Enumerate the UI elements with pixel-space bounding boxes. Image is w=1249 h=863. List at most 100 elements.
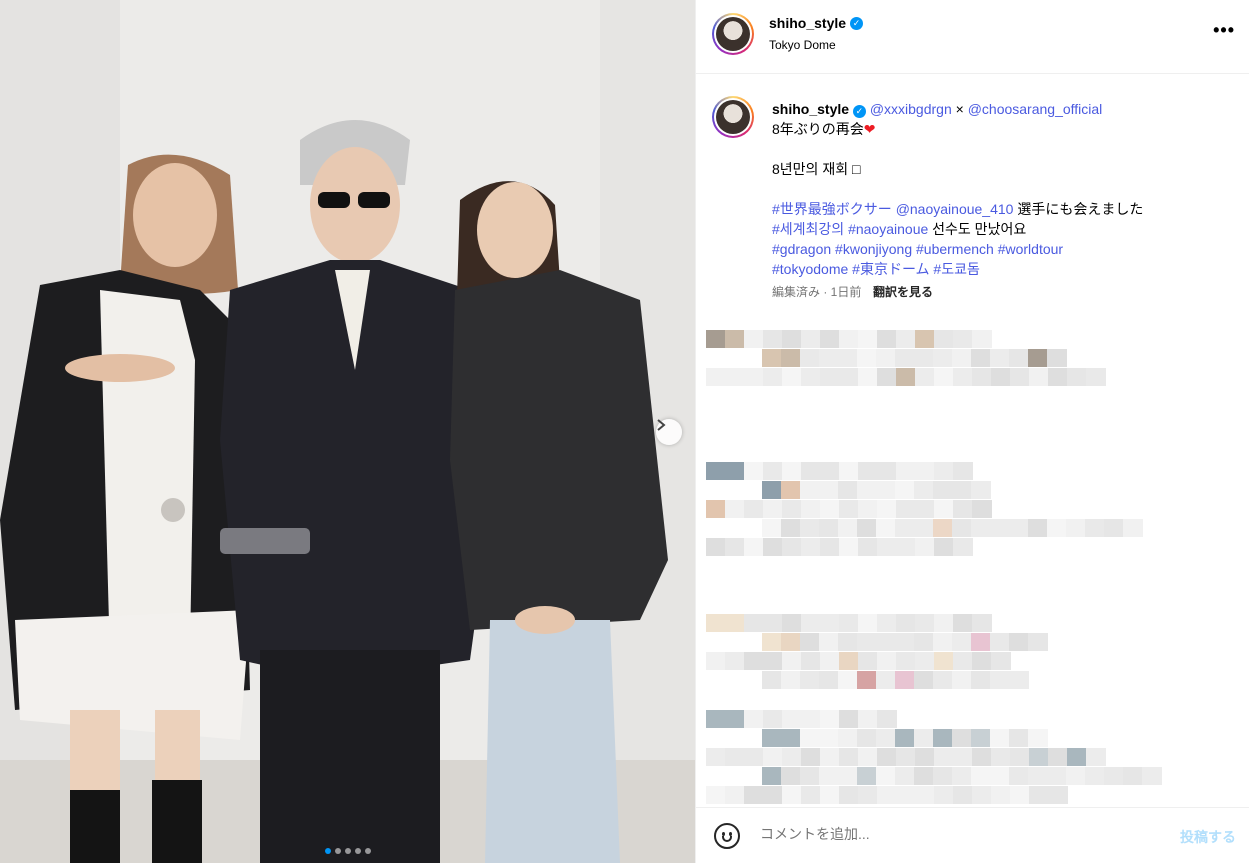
blurred-comment-pixel	[877, 710, 897, 728]
blurred-comment-pixel	[800, 519, 820, 537]
blurred-comment-pixel	[763, 710, 783, 728]
blurred-comment-pixel	[1085, 767, 1105, 785]
comment-input[interactable]	[760, 826, 1140, 842]
blurred-comment-pixel	[876, 633, 896, 651]
carousel-dot	[334, 848, 341, 854]
caption-username[interactable]: shiho_style	[772, 101, 849, 117]
hashtag-link[interactable]: #世界最強ボクサー	[772, 201, 892, 217]
blurred-comment-pixel	[1066, 767, 1086, 785]
blurred-comment-pixel	[953, 614, 973, 632]
blurred-comment-pixel	[762, 767, 782, 785]
header-username[interactable]: shiho_style ✓	[769, 15, 864, 31]
blurred-comment-pixel	[990, 729, 1010, 747]
blurred-comment-pixel	[990, 349, 1010, 367]
more-options-button[interactable]: •••	[1213, 20, 1235, 41]
heart-icon: ❤	[863, 121, 876, 137]
blurred-comment-pixel	[915, 786, 935, 804]
see-translation-button[interactable]: 翻訳を見る	[873, 285, 933, 299]
blurred-comment-pixel	[895, 729, 915, 747]
mention-link[interactable]: @xxxibgdrgn	[870, 101, 952, 117]
mention-link[interactable]: @naoyainoue_410	[896, 201, 1014, 217]
caption: shiho_style ✓ @xxxibgdrgn × @choosarang_…	[696, 74, 1249, 314]
caption-line: 선수도 만났어요	[928, 221, 1027, 237]
blurred-comment-pixel	[800, 633, 820, 651]
blurred-comment-pixel	[915, 538, 935, 556]
blurred-comment-pixel	[782, 710, 802, 728]
post-comment-button[interactable]: 投稿する	[1180, 827, 1236, 847]
blurred-comment-pixel	[801, 786, 821, 804]
blurred-comment-pixel	[914, 349, 934, 367]
username-link[interactable]: shiho_style	[769, 15, 846, 31]
blurred-comment-pixel	[934, 652, 954, 670]
blurred-comment-pixel	[1086, 748, 1106, 766]
hashtag-link[interactable]: #naoyainoue	[848, 221, 928, 237]
mention-link[interactable]: @choosarang_official	[968, 101, 1103, 117]
blurred-comment-pixel	[933, 729, 953, 747]
blurred-comment-pixel	[952, 349, 972, 367]
blurred-comment-pixel	[1104, 519, 1124, 537]
blurred-comment-pixel	[1104, 767, 1124, 785]
hashtag-list[interactable]: #tokyodome #東京ドーム #도쿄돔	[772, 259, 1212, 279]
blurred-comment-pixel	[858, 462, 878, 480]
blurred-comment-pixel	[914, 633, 934, 651]
blurred-comment-pixel	[782, 538, 802, 556]
blurred-comment-pixel	[877, 748, 897, 766]
blurred-comment-pixel	[952, 519, 972, 537]
blurred-comment-pixel	[857, 671, 877, 689]
blurred-comment-pixel	[971, 481, 991, 499]
blurred-comment-pixel	[1047, 519, 1067, 537]
avatar[interactable]	[712, 13, 754, 55]
location-link[interactable]: Tokyo Dome	[769, 38, 836, 52]
blurred-comment-pixel	[781, 767, 801, 785]
blurred-comment-pixel	[801, 710, 821, 728]
emoji-icon[interactable]	[714, 823, 740, 849]
blurred-comment-pixel	[895, 671, 915, 689]
blurred-comment-pixel	[990, 767, 1010, 785]
hashtag-list[interactable]: #gdragon #kwonjiyong #ubermench #worldto…	[772, 239, 1212, 259]
blurred-comment-pixel	[953, 500, 973, 518]
blurred-comment-pixel	[782, 786, 802, 804]
blurred-comment-pixel	[895, 481, 915, 499]
blurred-comment-pixel	[933, 481, 953, 499]
blurred-comment-pixel	[896, 368, 916, 386]
blurred-comment-pixel	[934, 500, 954, 518]
blurred-comment-pixel	[820, 786, 840, 804]
next-slide-button[interactable]	[656, 419, 682, 445]
blurred-comment-pixel	[706, 786, 726, 804]
blurred-comment-pixel	[781, 519, 801, 537]
blurred-comment-pixel	[782, 330, 802, 348]
blurred-comment-pixel	[763, 652, 783, 670]
blurred-comment-pixel	[744, 614, 764, 632]
post-photo[interactable]	[0, 0, 695, 863]
carousel-dot	[324, 848, 331, 854]
blurred-comment-pixel	[820, 710, 840, 728]
blurred-comment-pixel	[876, 767, 896, 785]
blurred-comment-pixel	[915, 462, 935, 480]
blurred-comment-pixel	[971, 633, 991, 651]
blurred-comment-pixel	[800, 767, 820, 785]
blurred-comment-pixel	[744, 652, 764, 670]
blurred-comment-pixel	[820, 748, 840, 766]
blurred-comment-pixel	[971, 729, 991, 747]
blurred-comment-pixel	[877, 462, 897, 480]
blurred-comment-pixel	[838, 767, 858, 785]
blurred-comment-pixel	[933, 349, 953, 367]
blurred-comment-pixel	[800, 349, 820, 367]
blurred-comment-pixel	[914, 519, 934, 537]
blurred-comment-pixel	[1123, 767, 1143, 785]
blurred-comment-pixel	[895, 767, 915, 785]
blurred-comment-pixel	[1048, 748, 1068, 766]
blurred-comment-pixel	[782, 462, 802, 480]
blurred-comment-pixel	[991, 652, 1011, 670]
post-timestamp: 編集済み · 1日前	[772, 285, 862, 299]
blurred-comment-pixel	[820, 462, 840, 480]
blurred-comment-pixel	[991, 748, 1011, 766]
caption-avatar[interactable]	[712, 96, 754, 138]
blurred-comment-pixel	[820, 330, 840, 348]
hashtag-link[interactable]: #세계최강의	[772, 221, 844, 237]
blurred-comment-pixel	[953, 786, 973, 804]
blurred-comment-pixel	[1009, 519, 1029, 537]
blurred-comment-pixel	[1047, 767, 1067, 785]
blurred-comment-pixel	[991, 786, 1011, 804]
blurred-comment-pixel	[896, 538, 916, 556]
